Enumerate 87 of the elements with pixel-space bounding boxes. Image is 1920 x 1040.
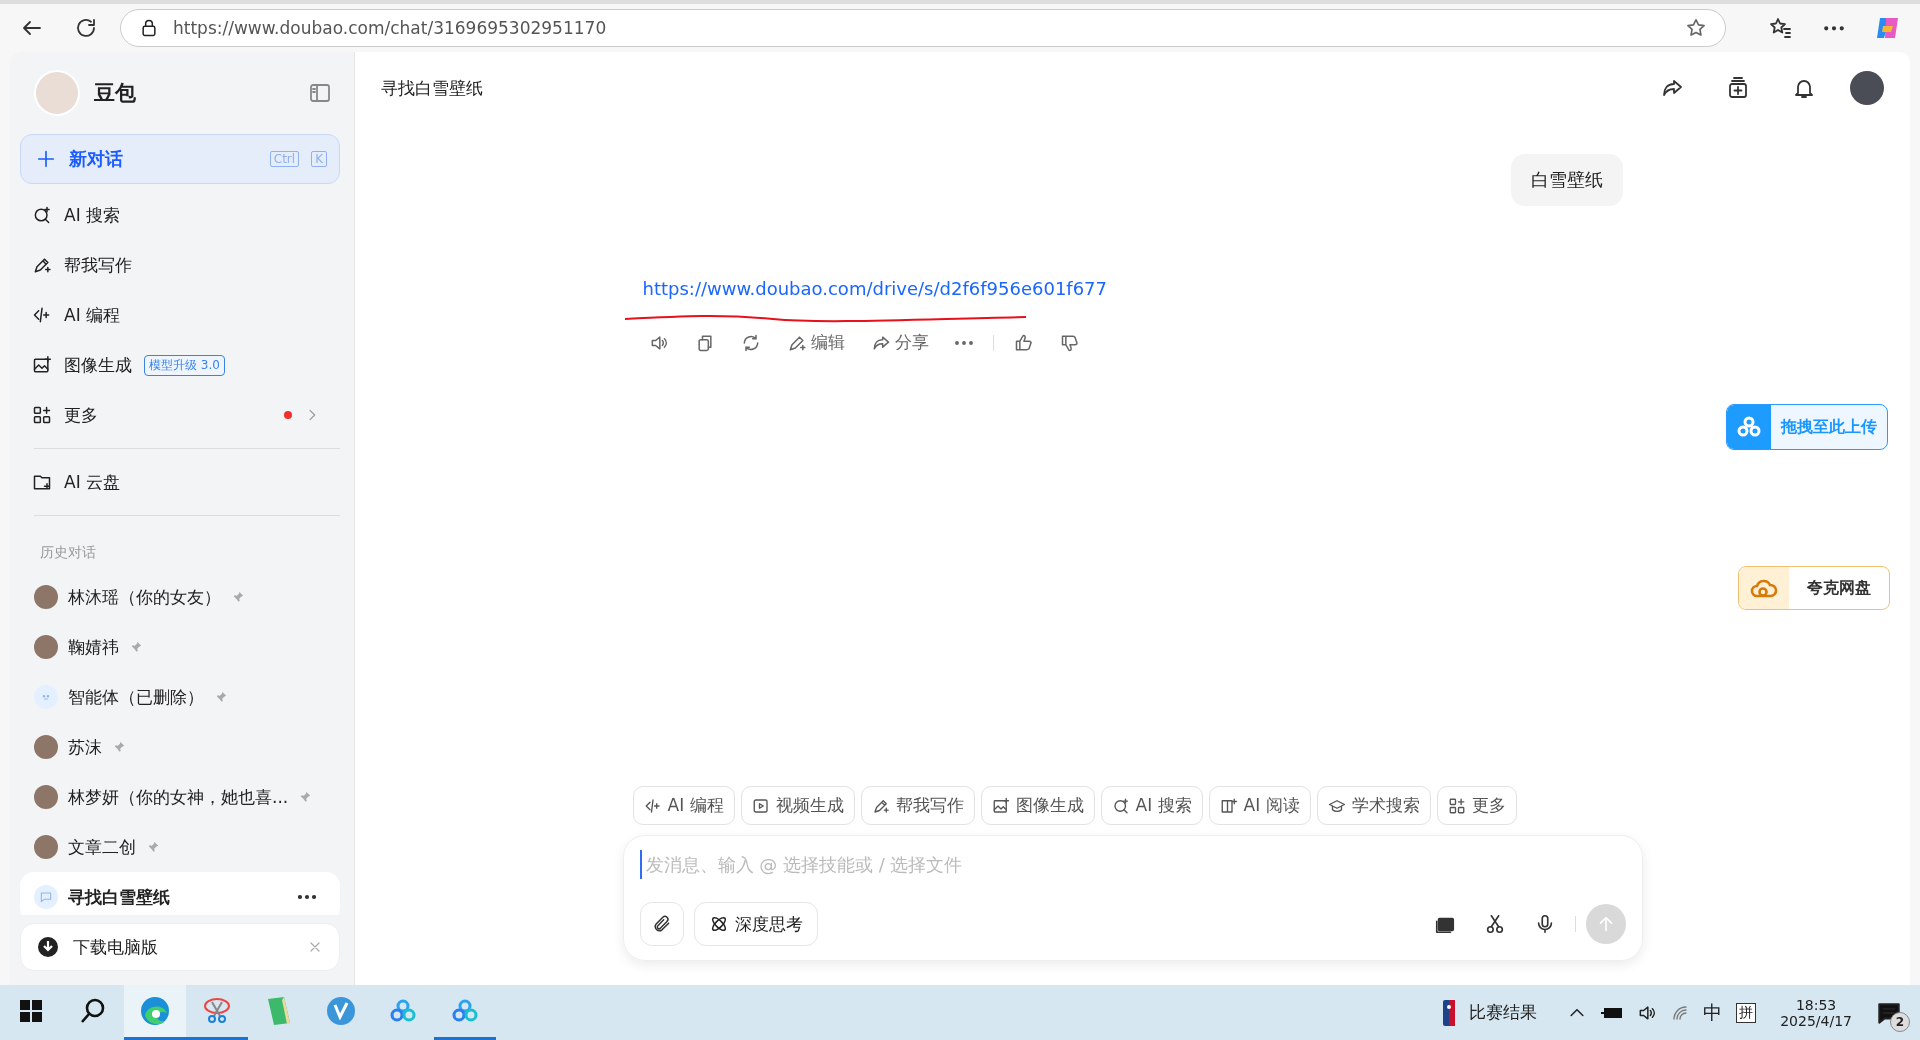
app-name: 豆包 — [94, 80, 137, 107]
skill-chip[interactable]: 视频生成 — [740, 786, 855, 825]
ellipsis-icon — [954, 339, 973, 346]
sidebar-item[interactable]: AI 云盘 — [20, 457, 340, 507]
address-bar[interactable]: https://www.doubao.com/chat/3169695302951170 — [120, 9, 1726, 47]
avatar-circle — [34, 785, 58, 809]
skill-chip[interactable]: AI 阅读 — [1208, 786, 1311, 825]
avatar-circle — [34, 70, 80, 116]
lock-icon — [139, 18, 159, 38]
grid-icon — [1447, 796, 1466, 815]
star-list-icon — [1768, 16, 1792, 40]
sidebar-panel-icon — [308, 81, 332, 105]
new-chat-button[interactable]: 新对话 Ctrl K — [20, 134, 340, 184]
book-icon — [1219, 796, 1238, 815]
wifi-icon — [1671, 1003, 1690, 1022]
paperclip-icon — [651, 914, 672, 934]
grid-icon — [32, 405, 52, 425]
reload-icon — [74, 16, 98, 40]
clock[interactable]: 18:53 2025/4/17 — [1780, 996, 1852, 1029]
skill-chip[interactable]: 帮我写作 — [860, 786, 975, 825]
notification-count: 2 — [1890, 1011, 1910, 1032]
scissors-icon — [202, 996, 232, 1026]
upgrade-tag: 模型升级 3.0 — [144, 354, 225, 376]
history-item[interactable]: 寻找白雪壁纸 — [20, 872, 340, 915]
chat-title: 寻找白雪壁纸 — [381, 76, 484, 100]
sidebar-item[interactable]: AI 编程 — [20, 290, 340, 340]
image-icon — [991, 796, 1010, 815]
download-icon — [37, 936, 59, 958]
history-item[interactable]: 鞠婧祎 — [20, 622, 340, 672]
skill-chip[interactable]: 图像生成 — [980, 786, 1095, 825]
stacked-plus-icon — [1726, 76, 1750, 100]
folder-icon — [32, 472, 52, 492]
sidebar-item[interactable]: 帮我写作 — [20, 240, 340, 290]
ellipsis-icon — [1824, 24, 1844, 32]
history-item[interactable]: 苏沫 — [20, 722, 340, 772]
action-button[interactable]: 编辑 — [780, 327, 851, 358]
shortcut-key: Ctrl — [269, 151, 300, 167]
windows-logo-icon — [20, 1000, 42, 1022]
browser-swirl-icon — [139, 995, 171, 1027]
pencil-icon — [32, 255, 52, 275]
download-label: 下载电脑版 — [73, 935, 159, 959]
sidebar-item[interactable]: 更多 — [20, 390, 340, 440]
new-chat-label: 新对话 — [69, 147, 124, 171]
basketball-logo-icon — [1443, 999, 1456, 1026]
skill-chip[interactable]: AI 搜索 — [1100, 786, 1203, 825]
news-text[interactable]: 比赛结果 — [1469, 1001, 1538, 1024]
avatar-circle — [34, 635, 58, 659]
input-mode-text[interactable]: 拼 — [1736, 1002, 1757, 1023]
skill-chip[interactable]: AI 编程 — [632, 786, 735, 825]
image-icon — [32, 355, 52, 375]
avatar-circle — [34, 835, 58, 859]
sidebar-item[interactable]: 图像生成 模型升级 3.0 — [20, 340, 340, 390]
cloud-drive-button[interactable]: 夸克网盘 — [1738, 566, 1890, 610]
favorite-star-icon — [1685, 17, 1707, 39]
code-icon — [643, 796, 662, 815]
plus-icon — [35, 148, 57, 170]
action-button[interactable]: 分享 — [864, 327, 935, 358]
user-avatar-circle[interactable] — [1850, 71, 1884, 105]
battery-icon[interactable] — [1601, 1005, 1624, 1020]
code-icon — [32, 305, 52, 325]
chat-bubble-glyph — [39, 890, 53, 904]
v-logo-icon — [326, 996, 356, 1026]
skill-chip[interactable]: 更多 — [1436, 786, 1517, 825]
history-item[interactable]: 智能体（已删除） — [20, 672, 340, 722]
user-message: 白雪壁纸 — [1510, 154, 1623, 206]
deep-think-button[interactable]: 深度思考 — [693, 902, 818, 946]
avatar-circle — [34, 735, 58, 759]
notepad-icon — [266, 996, 292, 1026]
skill-chip[interactable]: 学术搜索 — [1316, 786, 1431, 825]
download-banner[interactable]: 下载电脑版 — [20, 923, 340, 971]
search-icon — [1111, 796, 1130, 815]
history-item[interactable]: 林沐瑶（你的女友） — [20, 572, 340, 622]
section-heading: 历史对话 — [39, 543, 97, 562]
thumbs-up-icon — [1013, 332, 1034, 353]
sidebar-item[interactable]: AI 搜索 — [20, 190, 340, 240]
url-text: https://www.doubao.com/chat/3169695302951170 — [173, 18, 608, 38]
input-language-text[interactable]: 中 — [1703, 999, 1723, 1026]
shortcut-key: K — [311, 151, 327, 167]
video-icon — [751, 796, 770, 815]
attach-button[interactable] — [639, 902, 684, 946]
search-icon — [32, 205, 52, 225]
search-icon — [79, 997, 107, 1025]
more-options-icon — [298, 894, 316, 900]
drive-link[interactable]: https://www.doubao.com/drive/s/d2f6f956e601f677 — [642, 278, 1108, 299]
avatar-circle — [34, 585, 58, 609]
history-item[interactable]: 林梦妍（你的女神，她也喜... — [20, 772, 340, 822]
history-item[interactable]: 文章二创 — [20, 822, 340, 872]
